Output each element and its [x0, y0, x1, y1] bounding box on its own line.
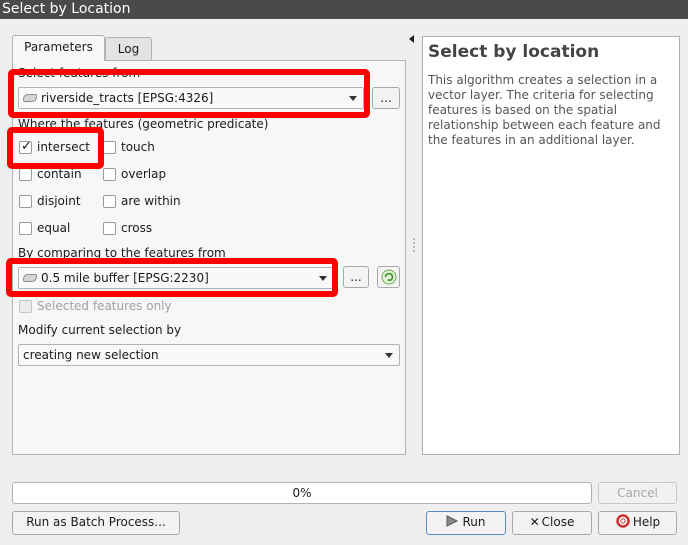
close-icon: ✕	[529, 515, 540, 529]
polygon-layer-icon	[23, 274, 37, 282]
polygon-layer-icon	[23, 94, 37, 102]
input-layer-value: riverside_tracts [EPSG:4326]	[41, 91, 214, 105]
help-button-label: Help	[632, 515, 661, 529]
help-icon	[616, 514, 630, 528]
selected-only-label: Selected features only	[37, 299, 172, 313]
predicate-contain-checkbox[interactable]	[19, 168, 32, 181]
input-layer-browse-button[interactable]: ...	[372, 87, 400, 109]
help-panel: Select by location This algorithm create…	[422, 36, 680, 455]
modify-selection-combo[interactable]: creating new selection	[18, 344, 400, 366]
modify-selection-label: Modify current selection by	[18, 323, 182, 337]
help-button[interactable]: Help	[598, 511, 677, 535]
compare-layer-browse-button[interactable]: ...	[343, 266, 369, 288]
predicate-intersect-checkbox[interactable]	[19, 139, 32, 154]
run-button[interactable]: Run	[426, 511, 506, 535]
compare-layer-label: By comparing to the features from	[18, 246, 226, 260]
compare-layer-combo[interactable]: 0.5 mile buffer [EPSG:2230]	[18, 267, 334, 289]
predicate-cross-checkbox[interactable]	[103, 222, 116, 235]
predicate-overlap-label: overlap	[121, 167, 167, 181]
chevron-down-icon	[349, 96, 357, 101]
predicate-intersect-label: intersect	[37, 140, 90, 154]
predicate-touch-label: touch	[121, 140, 155, 154]
refresh-icon	[381, 269, 396, 285]
predicate-within-checkbox[interactable]	[103, 195, 116, 208]
modify-selection-value: creating new selection	[23, 348, 159, 362]
run-icon	[446, 515, 459, 527]
close-button-label: Close	[541, 515, 575, 529]
predicate-equal-label: equal	[37, 221, 71, 235]
cancel-button[interactable]: Cancel	[598, 482, 677, 504]
close-button[interactable]: ✕ Close	[512, 511, 592, 535]
collapse-arrow-icon[interactable]	[409, 35, 414, 43]
window-title: Select by Location	[0, 0, 688, 19]
help-body: This algorithm creates a selection in a …	[428, 73, 661, 147]
predicate-label: Where the features (geometric predicate)	[18, 117, 269, 131]
tab-log[interactable]: Log	[105, 37, 152, 61]
input-layer-label: Select features from	[18, 66, 141, 80]
chevron-down-icon	[385, 353, 393, 358]
predicate-overlap-checkbox[interactable]	[103, 168, 116, 181]
predicate-contain-label: contain	[37, 167, 82, 181]
splitter-handle[interactable]	[413, 238, 415, 252]
progress-text: 0%	[292, 486, 312, 500]
run-button-label: Run	[462, 515, 486, 529]
predicate-disjoint-label: disjoint	[37, 194, 81, 208]
predicate-within-label: are within	[121, 194, 181, 208]
predicate-touch-checkbox[interactable]	[103, 141, 116, 154]
tab-parameters[interactable]: Parameters	[12, 35, 105, 61]
batch-process-button[interactable]: Run as Batch Process...	[12, 511, 180, 535]
help-title: Select by location	[428, 42, 600, 62]
predicate-cross-label: cross	[121, 221, 153, 235]
iterate-button[interactable]	[377, 266, 400, 288]
input-layer-combo[interactable]: riverside_tracts [EPSG:4326]	[18, 87, 364, 109]
compare-layer-value: 0.5 mile buffer [EPSG:2230]	[41, 271, 209, 285]
predicate-equal-checkbox[interactable]	[19, 222, 32, 235]
chevron-down-icon	[319, 276, 327, 281]
progress-bar: 0%	[12, 482, 592, 504]
selected-only-checkbox[interactable]	[19, 300, 32, 313]
predicate-disjoint-checkbox[interactable]	[19, 195, 32, 208]
